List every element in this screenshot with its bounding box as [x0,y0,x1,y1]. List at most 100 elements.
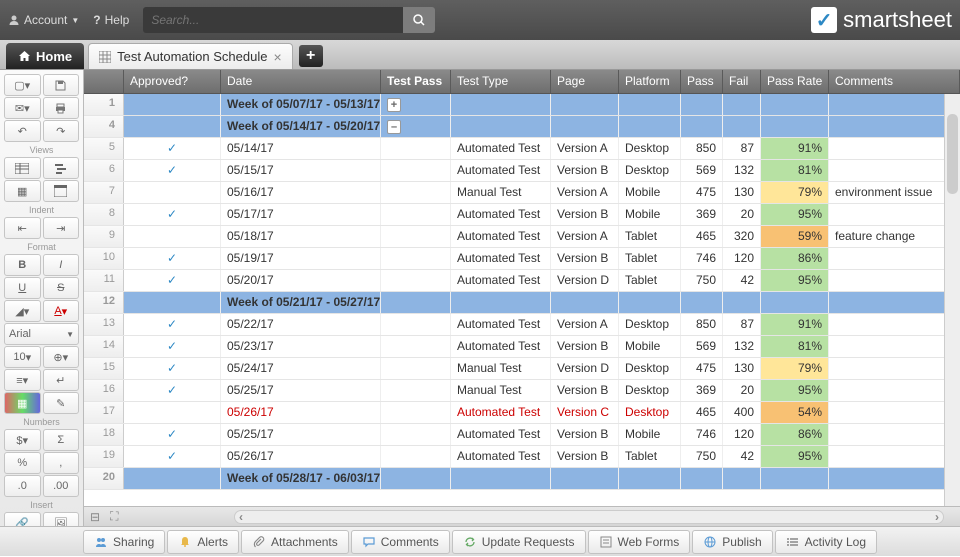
cell-rate[interactable]: 81% [761,160,829,181]
cell-testtype[interactable]: Automated Test [451,402,551,423]
cell-rate[interactable]: 86% [761,424,829,445]
col-approved[interactable]: Approved? [124,70,221,93]
row-number[interactable]: 14 [84,336,124,357]
cell-comments[interactable] [829,380,960,401]
cell-fail[interactable]: 20 [723,204,761,225]
cell-date[interactable]: 05/26/17 [221,402,381,423]
cell-page[interactable]: Version B [551,160,619,181]
row-number[interactable]: 20 [84,468,124,489]
cell-testpass[interactable] [381,292,451,313]
cell-approved[interactable]: ✓ [124,270,221,291]
calendar-view-button[interactable] [43,180,80,202]
print-button[interactable] [43,97,80,119]
cell-date[interactable]: 05/26/17 [221,446,381,467]
cell-platform[interactable] [619,94,681,115]
cell-rate[interactable]: 95% [761,380,829,401]
search-button[interactable] [403,7,435,33]
cell-comments[interactable] [829,446,960,467]
cell-rate[interactable] [761,94,829,115]
cell-testpass[interactable] [381,468,451,489]
table-row[interactable]: 4Week of 05/14/17 - 05/20/17– [84,116,960,138]
cell-approved[interactable]: ✓ [124,446,221,467]
format-more-button[interactable]: ⊕▾ [43,346,80,368]
cell-fail[interactable]: 130 [723,358,761,379]
cell-rate[interactable]: 95% [761,270,829,291]
cell-comments[interactable] [829,402,960,423]
cell-rate[interactable]: 91% [761,314,829,335]
cell-fail[interactable]: 87 [723,314,761,335]
decimal-dec-button[interactable]: .0 [4,475,41,497]
cell-date[interactable]: 05/15/17 [221,160,381,181]
cell-platform[interactable]: Desktop [619,380,681,401]
insert-image-button[interactable]: 🖼 [43,512,80,526]
cell-testpass[interactable] [381,138,451,159]
cell-comments[interactable] [829,424,960,445]
cell-pass[interactable]: 850 [681,138,723,159]
cell-pass[interactable]: 465 [681,402,723,423]
cell-comments[interactable]: feature change [829,226,960,247]
vertical-scrollbar[interactable] [944,94,960,506]
cell-page[interactable] [551,292,619,313]
cell-date[interactable]: Week of 05/14/17 - 05/20/17 [221,116,381,137]
col-testpass[interactable]: Test Pass [381,70,451,93]
cell-approved[interactable] [124,468,221,489]
cell-approved[interactable]: ✓ [124,160,221,181]
cell-comments[interactable] [829,314,960,335]
cell-testpass[interactable] [381,204,451,225]
cell-rate[interactable]: 79% [761,182,829,203]
cell-testpass[interactable] [381,248,451,269]
row-number[interactable]: 18 [84,424,124,445]
save-button[interactable] [43,74,80,96]
table-row[interactable]: 18✓05/25/17Automated TestVersion BMobile… [84,424,960,446]
cell-pass[interactable]: 569 [681,336,723,357]
cell-approved[interactable] [124,226,221,247]
rows-container[interactable]: 1Week of 05/07/17 - 05/13/17+4Week of 05… [84,94,960,506]
cell-comments[interactable] [829,292,960,313]
table-row[interactable]: 705/16/17Manual TestVersion AMobile47513… [84,182,960,204]
cell-fail[interactable]: 132 [723,336,761,357]
cell-testtype[interactable]: Automated Test [451,314,551,335]
cell-page[interactable]: Version A [551,226,619,247]
cell-platform[interactable]: Mobile [619,182,681,203]
cell-platform[interactable] [619,468,681,489]
cell-testtype[interactable] [451,116,551,137]
table-row[interactable]: 5✓05/14/17Automated TestVersion ADesktop… [84,138,960,160]
cell-date[interactable]: 05/14/17 [221,138,381,159]
cell-testpass[interactable] [381,358,451,379]
cell-page[interactable]: Version B [551,446,619,467]
cell-fail[interactable] [723,94,761,115]
cell-approved[interactable]: ✓ [124,138,221,159]
cell-platform[interactable]: Tablet [619,226,681,247]
cell-date[interactable]: 05/19/17 [221,248,381,269]
table-row[interactable]: 15✓05/24/17Manual TestVersion DDesktop47… [84,358,960,380]
account-link[interactable]: Account ▼ [8,13,79,27]
scroll-thumb[interactable] [947,114,958,194]
cell-approved[interactable]: ✓ [124,204,221,225]
alerts-button[interactable]: Alerts [167,530,239,554]
row-number[interactable]: 7 [84,182,124,203]
cell-fail[interactable] [723,292,761,313]
currency-button[interactable]: $▾ [4,429,41,451]
grid-view-button[interactable] [4,157,41,179]
table-row[interactable]: 8✓05/17/17Automated TestVersion BMobile3… [84,204,960,226]
cell-testtype[interactable]: Automated Test [451,446,551,467]
row-number[interactable]: 16 [84,380,124,401]
font-size-select[interactable]: 10▾ [4,346,41,368]
new-sheet-button[interactable]: ▢▾ [4,74,41,96]
bold-button[interactable]: B [4,254,41,276]
cell-testtype[interactable] [451,292,551,313]
cell-comments[interactable] [829,116,960,137]
cell-comments[interactable]: environment issue [829,182,960,203]
cell-testtype[interactable]: Manual Test [451,358,551,379]
table-row[interactable]: 16✓05/25/17Manual TestVersion BDesktop36… [84,380,960,402]
cell-pass[interactable]: 475 [681,182,723,203]
cell-fail[interactable]: 120 [723,248,761,269]
indent-button[interactable]: ⇥ [43,217,80,239]
email-button[interactable]: ✉▾ [4,97,41,119]
row-number[interactable]: 5 [84,138,124,159]
cell-comments[interactable] [829,358,960,379]
cell-testtype[interactable]: Automated Test [451,204,551,225]
cell-pass[interactable]: 475 [681,358,723,379]
cell-comments[interactable] [829,204,960,225]
wrap-button[interactable]: ↵ [43,369,80,391]
